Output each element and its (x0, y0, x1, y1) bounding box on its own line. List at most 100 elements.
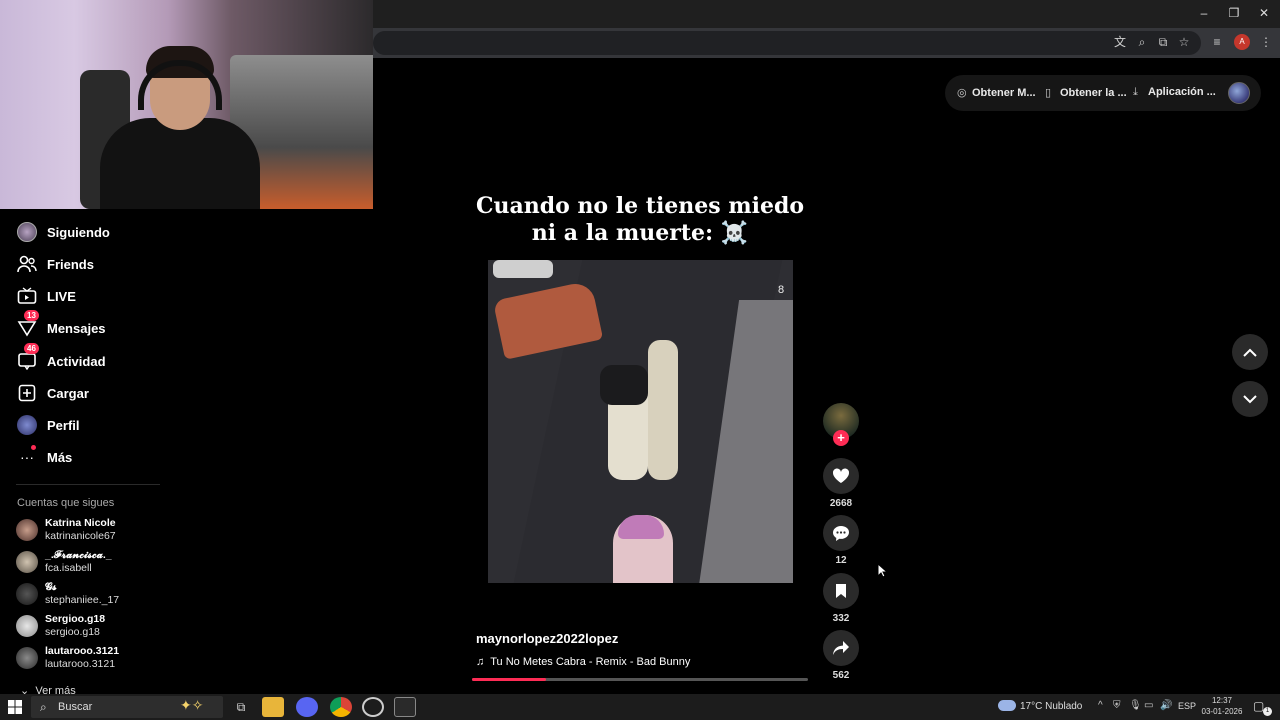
notification-badge: 1 (1263, 707, 1272, 716)
get-app-label: Obtener la ... (1060, 87, 1127, 99)
share-button[interactable] (823, 630, 859, 666)
video-player[interactable]: 8 (488, 260, 793, 583)
windows-start-icon[interactable] (8, 700, 22, 714)
clock-date[interactable]: 03-01-2026 (1197, 707, 1247, 716)
avatar (16, 551, 38, 573)
sidebar-item-activity[interactable]: 46 Actividad (16, 343, 106, 373)
friends-icon (16, 253, 38, 275)
sidebar-item-friends[interactable]: Friends (16, 252, 94, 276)
sidebar-item-live[interactable]: LIVE (16, 284, 76, 308)
mouse-cursor-icon (877, 563, 887, 578)
search-icon: ⌕ (40, 700, 47, 714)
share-icon (833, 641, 849, 655)
account-username: katrinanicole67 (45, 530, 116, 542)
discord-icon[interactable] (296, 697, 318, 717)
coins-icon: ◎ (957, 87, 967, 99)
install-app-icon[interactable]: ⧉ (1155, 34, 1171, 50)
comment-icon (833, 525, 849, 541)
security-icon[interactable]: ⛨ (1113, 700, 1121, 711)
comment-button[interactable] (823, 515, 859, 551)
task-view-icon[interactable]: ⧉ (230, 697, 252, 717)
account-name: Sergioo.g18 (45, 613, 106, 625)
weather-status[interactable]: 17°C Nublado (1020, 701, 1082, 712)
taskbar-search-placeholder: Buscar (58, 701, 93, 713)
video-caption-line2: ni a la muerte: ☠️ (531, 220, 749, 246)
account-name: _.𝓕𝓻𝓪𝓷𝓬𝓲𝓼𝓬𝓪._ (45, 549, 112, 561)
sidebar-item-upload[interactable]: Cargar (16, 381, 89, 405)
network-icon[interactable]: ▭ (1144, 700, 1153, 711)
language-indicator[interactable]: ESP (1178, 701, 1196, 711)
video-person-1 (648, 340, 678, 480)
next-video-button[interactable] (1232, 381, 1268, 417)
sidebar-item-label: Friends (47, 256, 94, 272)
translate-icon[interactable]: 文 (1112, 34, 1128, 50)
heart-icon (832, 468, 850, 483)
webcam-person-body (100, 118, 260, 209)
webcam-overlay (0, 0, 373, 209)
zoom-icon[interactable]: ⌕ (1134, 34, 1150, 50)
sidebar-item-label: Siguiendo (47, 224, 110, 240)
volume-icon[interactable]: 🔊 (1160, 700, 1172, 711)
music-note-icon: ♫ (476, 656, 485, 668)
profile-avatar-icon[interactable]: A (1234, 34, 1250, 50)
more-dot (31, 445, 36, 450)
save-button[interactable] (823, 573, 859, 609)
sidebar-item-profile[interactable]: Perfil (16, 413, 80, 437)
browser-menu-icon[interactable]: ⋮ (1258, 34, 1274, 50)
sidebar-item-label: Actividad (47, 353, 106, 369)
account-username: fca.isabell (45, 562, 92, 574)
video-avatar-cap (618, 515, 664, 539)
sidebar-item-following[interactable]: Siguiendo (16, 220, 110, 244)
share-count: 562 (832, 670, 850, 681)
account-username: lautarooo.3121 (45, 658, 116, 670)
phone-icon: ▯ (1045, 87, 1052, 99)
messages-icon: 13 (16, 310, 39, 339)
video-author[interactable]: maynorlopez2022lopez (476, 631, 618, 646)
user-avatar[interactable] (1228, 82, 1250, 104)
account-name: lautarooo.3121 (45, 645, 120, 657)
clock-time[interactable]: 12:37 (1200, 696, 1244, 705)
bookmark-star-icon[interactable]: ☆ (1176, 34, 1192, 50)
get-app-button[interactable]: ▯ Obtener la ... (1045, 86, 1127, 99)
video-progress-bar[interactable] (472, 678, 808, 681)
obtain-coins-label: Obtener M... (972, 87, 1036, 99)
sidebar-item-messages[interactable]: 13 Mensajes (16, 310, 106, 340)
microphone-icon[interactable]: 🎙 (1129, 700, 1142, 711)
close-button[interactable]: ✕ (1254, 5, 1274, 21)
chevron-up-icon[interactable]: ^ (1098, 700, 1103, 711)
comment-count: 12 (835, 555, 847, 566)
previous-video-button[interactable] (1232, 334, 1268, 370)
bookmark-icon (836, 584, 846, 598)
obs-icon[interactable] (362, 697, 384, 717)
video-car-white (493, 260, 553, 278)
chevron-down-icon (1243, 394, 1257, 403)
sidebar-item-label: Mensajes (47, 320, 106, 336)
minimize-button[interactable]: – (1194, 5, 1214, 21)
app-download-label: Aplicación ... (1148, 86, 1216, 98)
chrome-icon[interactable] (330, 697, 352, 717)
avatar (16, 615, 38, 637)
like-button[interactable] (823, 458, 859, 494)
more-icon: ··· (16, 445, 38, 468)
media-controls-icon[interactable]: ≡ (1209, 34, 1225, 50)
address-bar[interactable] (373, 31, 1201, 55)
video-music[interactable]: ♫ Tu No Metes Cabra - Remix - Bad Bunny (476, 656, 690, 668)
video-caption-line1: Cuando no le tienes miedo (475, 193, 805, 219)
obtain-coins-button[interactable]: ◎ Obtener M... (957, 86, 1036, 99)
upload-icon (16, 382, 38, 404)
live-icon (16, 285, 38, 307)
epic-games-icon[interactable] (394, 697, 416, 717)
app-download-button[interactable]: ⤓ Aplicación ... (1133, 86, 1216, 99)
account-username: stephaniiee._17 (45, 594, 120, 606)
video-person-3 (600, 365, 648, 405)
chevron-up-icon (1243, 348, 1257, 357)
restore-button[interactable]: ❐ (1224, 5, 1244, 21)
sidebar-item-label: Perfil (47, 417, 80, 433)
sidebar-item-more[interactable]: ··· Más (16, 445, 72, 469)
follow-plus-icon[interactable]: + (833, 430, 849, 446)
save-count: 332 (832, 613, 850, 624)
avatar (16, 519, 38, 541)
following-avatar-icon (16, 221, 38, 243)
video-progress-fill (472, 678, 546, 681)
file-explorer-icon[interactable] (262, 697, 284, 717)
